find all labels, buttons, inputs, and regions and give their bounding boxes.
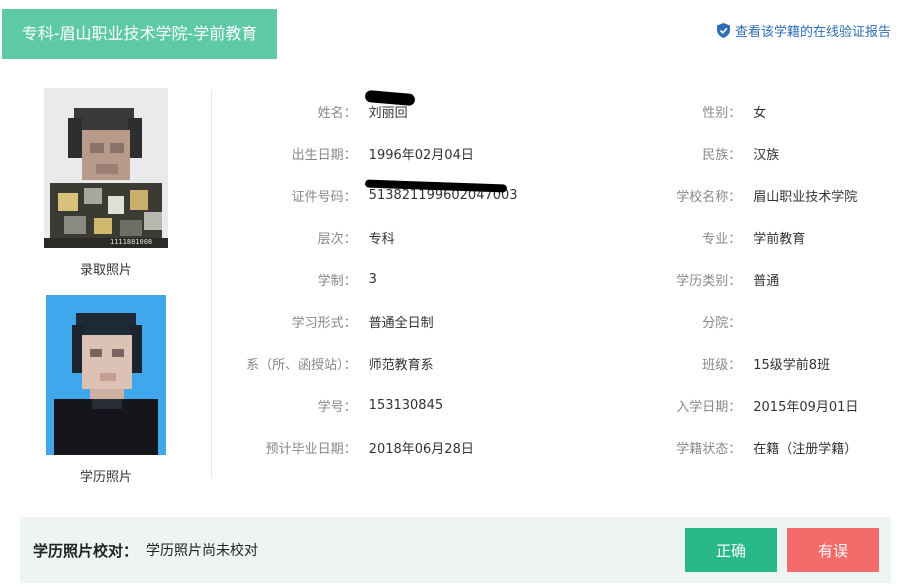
name-redaction (364, 89, 416, 106)
gender-value: 女 (753, 105, 767, 121)
info-row: 姓名： 刘丽回 性别： 女 (212, 89, 892, 132)
student-id-label: 学号： (317, 399, 357, 415)
photo-check-label: 学历照片校对： (33, 541, 139, 560)
ethnicity-label: 民族： (702, 147, 742, 163)
wrong-button[interactable]: 有误 (787, 528, 879, 572)
birthdate-value: 1996年02月04日 (368, 147, 474, 163)
shield-check-icon (716, 23, 730, 38)
admission-photo-pixelated: 1111881008 (44, 88, 168, 248)
info-row: 预计毕业日期： 2018年06月28日 学籍状态： 在籍（注册学籍） (212, 426, 892, 468)
info-row: 学号： 153130845 入学日期： 2015年09月01日 (212, 384, 892, 426)
admission-photo-stamp: 1111881008 (110, 238, 152, 246)
class-value: 15级学前8班 (753, 357, 831, 373)
duration-label: 学制： (317, 273, 357, 289)
info-row: 出生日期： 1996年02月04日 民族： 汉族 (212, 132, 892, 174)
education-photo-caption: 学历照片 (79, 470, 132, 485)
photo-check-bar: 学历照片校对： 学历照片尚未校对 正确 有误 (20, 517, 891, 583)
verify-report-label: 查看该学籍的在线验证报告 (734, 25, 891, 40)
school-name-value: 眉山职业技术学院 (753, 189, 858, 205)
status-value: 在籍（注册学籍） (753, 441, 858, 457)
major-value: 学前教育 (753, 231, 806, 247)
graduation-date-label: 预计毕业日期： (265, 441, 357, 457)
ethnicity-value: 汉族 (753, 147, 780, 163)
info-row: 学制： 3 学历类别： 普通 (212, 258, 892, 300)
department-value: 师范教育系 (368, 357, 434, 373)
info-row: 证件号码： 513821199602047003 学校名称： 眉山职业技术学院 (212, 174, 892, 216)
student-id-value: 153130845 (368, 397, 444, 413)
admission-photo: 1111881008 (44, 88, 168, 248)
level-value: 专科 (368, 231, 395, 247)
admission-photo-block: 1111881008 录取照片 (20, 88, 192, 278)
graduation-date-value: 2018年06月28日 (368, 441, 474, 457)
enroll-date-value: 2015年09月01日 (753, 399, 859, 415)
birthdate-label: 出生日期： (291, 147, 357, 163)
name-label: 姓名： (317, 105, 357, 121)
name-value: 刘丽回 (364, 89, 589, 121)
info-row: 学习形式： 普通全日制 分院： (212, 300, 892, 342)
study-mode-label: 学习形式： (291, 315, 357, 331)
enroll-date-label: 入学日期： (676, 399, 742, 415)
education-photo-pixelated (46, 295, 166, 455)
gender-label: 性别： (702, 105, 742, 121)
correct-button[interactable]: 正确 (685, 528, 777, 572)
education-photo (46, 295, 166, 455)
admission-photo-caption: 录取照片 (79, 263, 132, 278)
verify-report-link[interactable]: 查看该学籍的在线验证报告 (716, 21, 891, 40)
status-label: 学籍状态： (676, 441, 742, 457)
edu-type-value: 普通 (753, 273, 780, 289)
class-label: 班级： (702, 357, 742, 373)
duration-value: 3 (368, 271, 377, 287)
level-label: 层次： (317, 231, 357, 247)
school-name-label: 学校名称： (676, 189, 742, 205)
study-mode-value: 普通全日制 (368, 315, 434, 331)
id-number-value: 513821199602047003 (364, 179, 589, 203)
department-label: 系（所、函授站）： (246, 357, 357, 373)
record-title-tab: 专科-眉山职业技术学院-学前教育 (2, 9, 277, 59)
student-info-table: 姓名： 刘丽回 性别： 女 出生日期： 1996年02月04日 民族： 汉族 证… (212, 89, 892, 468)
photo-column: 1111881008 录取照片 学历照片 (20, 88, 192, 485)
edu-type-label: 学历类别： (676, 273, 742, 289)
info-row: 层次： 专科 专业： 学前教育 (212, 216, 892, 258)
id-number-label: 证件号码： (291, 189, 357, 205)
info-row: 系（所、函授站）： 师范教育系 班级： 15级学前8班 (212, 342, 892, 384)
branch-label: 分院： (702, 315, 742, 331)
photo-check-value: 学历照片尚未校对 (146, 543, 259, 559)
major-label: 专业： (702, 231, 742, 247)
edu-photo-block: 学历照片 (20, 295, 192, 485)
